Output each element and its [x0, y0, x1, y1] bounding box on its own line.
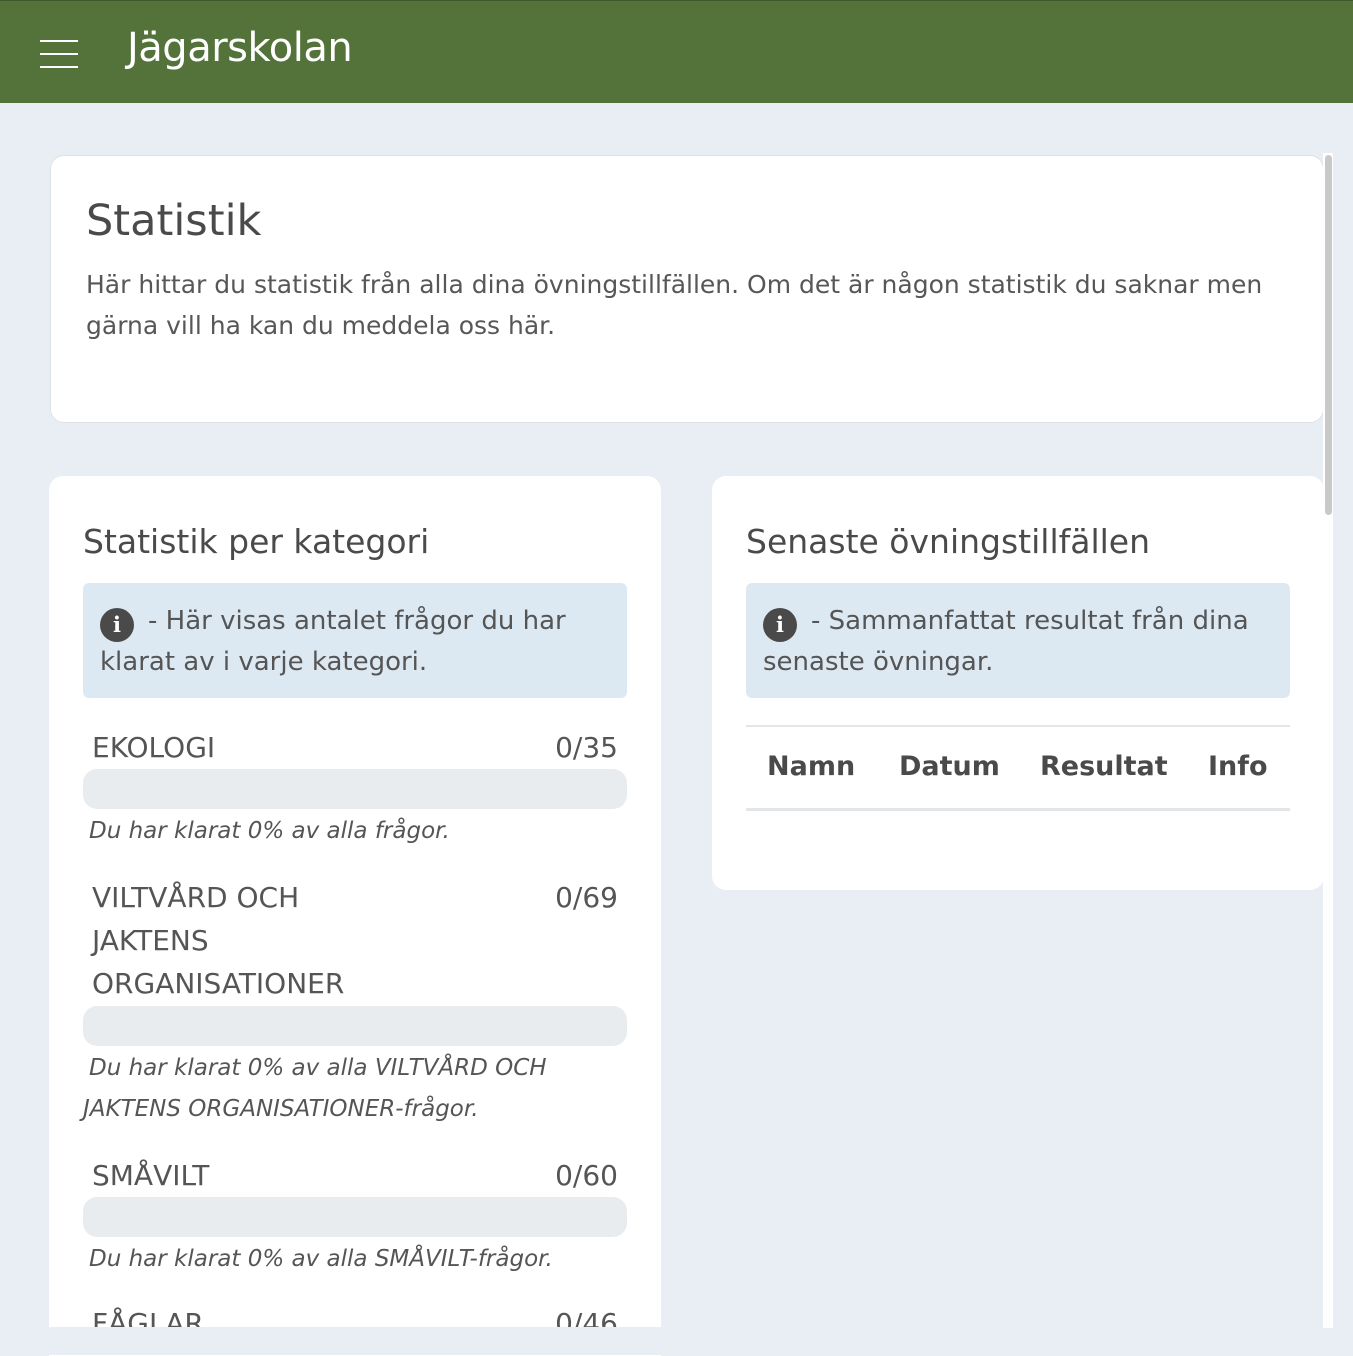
column-header-namn[interactable]: Namn	[767, 751, 855, 782]
category-progress-bar	[83, 1006, 627, 1046]
category-note: Du har klarat 0% av alla SMÅVILT-frågor.	[89, 1246, 553, 1272]
sessions-table-header: Namn Datum Resultat Info	[746, 725, 1290, 811]
category-count: 0/35	[555, 731, 618, 764]
category-info-box: i- Här visas antalet frågor du har klara…	[83, 583, 627, 698]
column-header-info[interactable]: Info	[1208, 751, 1268, 782]
recent-sessions-card: Senaste övningstillfällen i- Sammanfatta…	[712, 476, 1324, 890]
info-circle-icon: i	[763, 608, 797, 642]
category-name: EKOLOGI	[92, 731, 216, 764]
bottom-edge	[0, 1327, 1353, 1355]
category-progress-bar	[83, 1197, 627, 1237]
intro-card: Statistik Här hittar du statistik från a…	[50, 155, 1324, 423]
category-name: VILTVÅRD OCH JAKTENS ORGANISATIONER	[92, 881, 345, 1000]
brand-title[interactable]: Jägarskolan	[127, 25, 353, 71]
category-name: SMÅVILT	[92, 1159, 210, 1192]
hamburger-menu-icon[interactable]	[40, 40, 78, 70]
category-count: 0/69	[555, 881, 618, 914]
column-header-datum[interactable]: Datum	[899, 751, 1000, 782]
category-info-text: - Här visas antalet frågor du har klarat…	[100, 606, 566, 677]
category-count: 0/60	[555, 1159, 618, 1192]
category-stats-card: Statistik per kategori i- Här visas anta…	[49, 476, 661, 1356]
page-title: Statistik	[86, 196, 262, 246]
category-progress-bar	[83, 769, 627, 809]
recent-sessions-title: Senaste övningstillfällen	[746, 522, 1151, 561]
category-note: Du har klarat 0% av alla VILTVÅRD OCH JA…	[83, 1055, 547, 1122]
category-note: Du har klarat 0% av alla frågor.	[89, 818, 450, 844]
intro-description: Här hittar du statistik från alla dina ö…	[86, 270, 1263, 340]
info-circle-icon: i	[100, 608, 134, 642]
category-stats-title: Statistik per kategori	[83, 522, 430, 561]
recent-info-box: i- Sammanfattat resultat från dina senas…	[746, 583, 1290, 698]
column-header-resultat[interactable]: Resultat	[1040, 751, 1168, 782]
scrollbar-thumb[interactable]	[1325, 155, 1332, 515]
recent-info-text: - Sammanfattat resultat från dina senast…	[763, 606, 1249, 677]
top-app-bar: Jägarskolan	[0, 0, 1353, 103]
